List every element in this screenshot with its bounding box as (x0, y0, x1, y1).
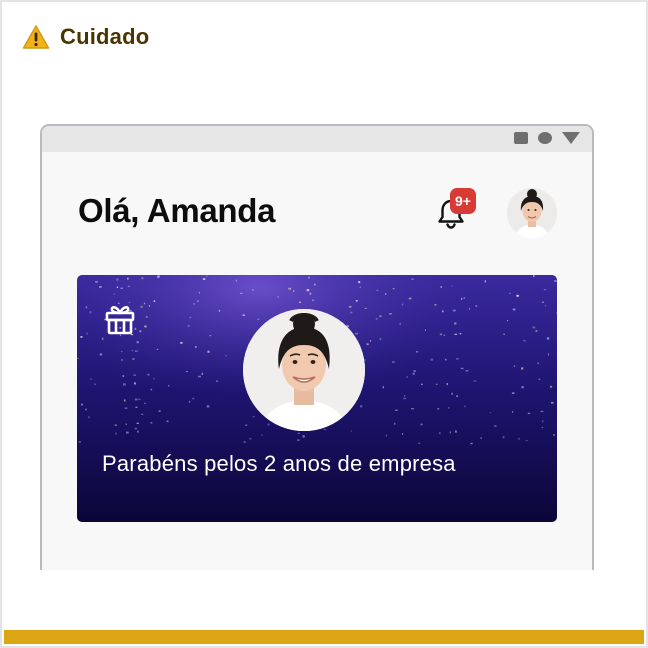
avatar-portrait (507, 188, 557, 238)
user-avatar[interactable] (507, 188, 557, 238)
anniversary-card[interactable]: Parabéns pelos 2 anos de empresa (77, 275, 557, 522)
maximize-circle-icon[interactable] (538, 132, 552, 144)
warning-triangle-icon (22, 25, 50, 49)
avatar-portrait-large (243, 309, 365, 431)
window-titlebar (42, 126, 592, 152)
close-triangle-icon[interactable] (562, 132, 580, 144)
caution-title: Cuidado (60, 24, 150, 49)
notifications-button[interactable]: 9+ (436, 188, 476, 232)
notification-badge: 9+ (450, 188, 476, 214)
caution-header: Cuidado (22, 22, 149, 52)
caution-panel: Cuidado Olá, Amanda 9+ Parabéns pelos 2 … (0, 0, 648, 648)
caution-accent-bar (4, 630, 644, 644)
card-avatar (243, 309, 365, 431)
window-controls (514, 132, 580, 144)
greeting-title: Olá, Amanda (78, 192, 276, 229)
anniversary-message: Parabéns pelos 2 anos de empresa (102, 451, 456, 476)
minimize-square-icon[interactable] (514, 132, 528, 144)
gift-icon (105, 306, 135, 335)
app-window: Olá, Amanda 9+ Parabéns pelos 2 anos de … (40, 124, 594, 570)
